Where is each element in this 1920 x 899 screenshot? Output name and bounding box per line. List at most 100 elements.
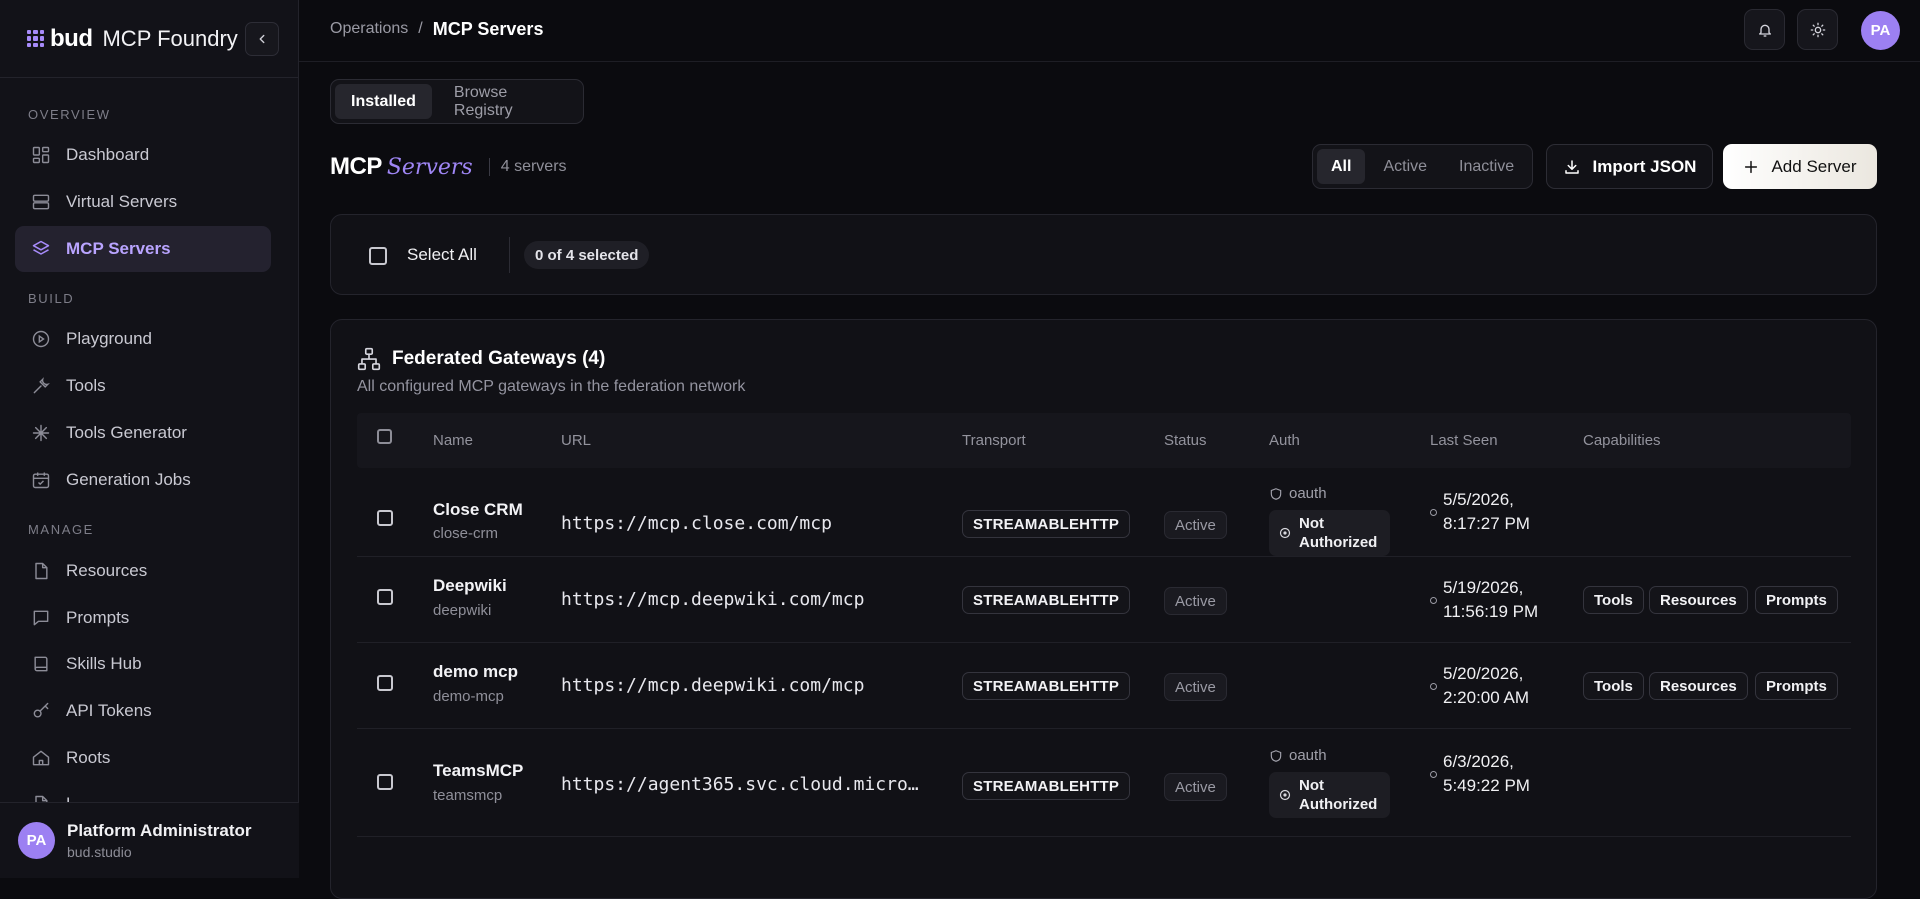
column-transport[interactable]: Transport xyxy=(962,432,1026,449)
row-checkbox[interactable] xyxy=(377,589,393,605)
divider xyxy=(509,237,510,273)
sidebar-item-skills-hub[interactable]: Skills Hub xyxy=(15,641,271,687)
sidebar-item-label: Generation Jobs xyxy=(66,470,191,489)
play-circle-icon xyxy=(30,328,52,350)
sun-icon xyxy=(1810,22,1825,37)
bell-icon xyxy=(1758,24,1771,37)
transport-badge: STREAMABLEHTTP xyxy=(962,672,1131,700)
sparkle-icon xyxy=(30,422,52,444)
shield-icon xyxy=(1270,749,1282,762)
sidebar-item-label: Prompts xyxy=(66,608,130,627)
page-title-main: MCP xyxy=(330,153,382,180)
last-seen-date: 6/3/2026, xyxy=(1443,752,1514,771)
sidebar-item-resources[interactable]: Resources xyxy=(15,548,271,594)
message-icon xyxy=(30,607,52,629)
sidebar-item-roots[interactable]: Roots xyxy=(15,735,271,781)
sidebar-item-label: Roots xyxy=(66,748,111,767)
header-checkbox[interactable] xyxy=(377,429,392,444)
breadcrumb-operations[interactable]: Operations xyxy=(330,20,408,40)
capability-prompts: Prompts xyxy=(1755,586,1838,614)
selected-count-badge: 0 of 4 selected xyxy=(524,241,650,269)
table-header: Name URL Transport Status Auth Last Seen… xyxy=(357,413,1851,468)
brand-logo[interactable]: bud MCP Foundry xyxy=(27,25,238,53)
server-icon xyxy=(30,191,52,213)
capability-tools: Tools xyxy=(1583,672,1644,700)
import-json-button[interactable]: Import JSON xyxy=(1546,144,1713,189)
server-count: 4 servers xyxy=(500,158,567,175)
auth-status-line2: Authorized xyxy=(1299,534,1378,551)
last-seen-date: 5/19/2026, xyxy=(1443,578,1524,597)
column-capabilities[interactable]: Capabilities xyxy=(1583,432,1661,449)
add-server-button[interactable]: Add Server xyxy=(1723,144,1877,189)
sidebar-item-label: Tools Generator xyxy=(66,423,187,442)
capability-tools: Tools xyxy=(1583,586,1644,614)
row-slug: teamsmcp xyxy=(433,787,503,804)
auth-status-badge: Not Authorized xyxy=(1269,772,1390,818)
row-slug: deepwiki xyxy=(433,602,492,619)
shield-icon xyxy=(1270,487,1282,500)
federated-gateways-card: Federated Gateways (4) All configured MC… xyxy=(330,319,1877,899)
last-seen-time: 5:49:22 PM xyxy=(1443,776,1530,795)
auth-type: oauth xyxy=(1269,747,1327,764)
last-seen-date: 5/20/2026, xyxy=(1443,664,1524,683)
sidebar-item-label: Playground xyxy=(66,329,153,348)
theme-toggle-button[interactable] xyxy=(1797,9,1838,50)
auth-status-badge: Not Authorized xyxy=(1269,510,1390,556)
row-name: Deepwiki xyxy=(433,576,507,595)
column-last-seen[interactable]: Last Seen xyxy=(1430,432,1498,449)
tab-installed[interactable]: Installed xyxy=(335,84,432,119)
book-icon xyxy=(30,653,52,675)
sidebar-item-playground[interactable]: Playground xyxy=(15,316,271,362)
notifications-button[interactable] xyxy=(1744,9,1785,50)
select-all-checkbox[interactable] xyxy=(369,247,387,265)
table-row[interactable]: Deepwiki deepwiki https://mcp.deepwiki.c… xyxy=(357,557,1851,643)
row-name: Close CRM xyxy=(433,500,523,519)
sidebar-item-prompts[interactable]: Prompts xyxy=(15,595,271,641)
title-divider xyxy=(488,158,490,176)
sidebar-item-generation-jobs[interactable]: Generation Jobs xyxy=(15,457,271,503)
user-org: bud.studio xyxy=(67,844,132,860)
column-auth[interactable]: Auth xyxy=(1269,432,1300,449)
clock-icon xyxy=(1430,508,1437,516)
column-name[interactable]: Name xyxy=(433,432,473,449)
sidebar-item-virtual-servers[interactable]: Virtual Servers xyxy=(15,179,271,225)
avatar[interactable]: PA xyxy=(1861,11,1900,50)
auth-type-label: oauth xyxy=(1289,485,1327,502)
transport-badge: STREAMABLEHTTP xyxy=(962,586,1131,614)
sidebar-item-tools-generator[interactable]: Tools Generator xyxy=(15,410,271,456)
last-seen: 6/3/2026, 5:49:22 PM xyxy=(1430,750,1530,798)
row-url: https://mcp.deepwiki.com/mcp xyxy=(561,589,865,610)
sidebar-item-api-tokens[interactable]: API Tokens xyxy=(15,688,271,734)
user-name: Platform Administrator xyxy=(67,821,252,840)
auth-status-line2: Authorized xyxy=(1299,796,1378,813)
sidebar-item-mcp-servers[interactable]: MCP Servers xyxy=(15,226,271,272)
status-badge: Active xyxy=(1164,673,1227,701)
filter-inactive[interactable]: Inactive xyxy=(1445,149,1528,184)
clock-icon xyxy=(1430,596,1437,604)
column-url[interactable]: URL xyxy=(561,432,591,449)
column-status[interactable]: Status xyxy=(1164,432,1207,449)
row-checkbox[interactable] xyxy=(377,510,393,526)
breadcrumb: Operations / MCP Servers xyxy=(330,19,543,40)
filter-active[interactable]: Active xyxy=(1369,149,1441,184)
clock-icon xyxy=(1430,770,1437,778)
sidebar-item-tools[interactable]: Tools xyxy=(15,363,271,409)
user-profile[interactable]: PA Platform Administrator bud.studio xyxy=(0,802,299,878)
tab-browse-registry[interactable]: Browse Registry xyxy=(438,84,579,119)
last-seen: 5/19/2026, 11:56:19 PM xyxy=(1430,576,1538,624)
table-row[interactable]: TeamsMCP teamsmcp https://agent365.svc.c… xyxy=(357,729,1851,837)
transport-badge: STREAMABLEHTTP xyxy=(962,772,1131,800)
sidebar-item-label: Resources xyxy=(66,561,148,580)
collapse-sidebar-button[interactable] xyxy=(245,22,279,56)
select-all-label[interactable]: Select All xyxy=(407,245,477,265)
row-slug: demo-mcp xyxy=(433,688,504,705)
breadcrumb-separator: / xyxy=(418,20,423,37)
row-checkbox[interactable] xyxy=(377,675,393,691)
sidebar-item-dashboard[interactable]: Dashboard xyxy=(15,132,271,178)
table-row[interactable]: Close CRM close-crm https://mcp.close.co… xyxy=(357,468,1851,557)
table-row[interactable]: demo mcp demo-mcp https://mcp.deepwiki.c… xyxy=(357,643,1851,729)
row-checkbox[interactable] xyxy=(377,774,393,790)
filter-all[interactable]: All xyxy=(1317,149,1366,184)
capability-resources: Resources xyxy=(1649,672,1748,700)
view-tabs: Installed Browse Registry xyxy=(330,79,584,124)
